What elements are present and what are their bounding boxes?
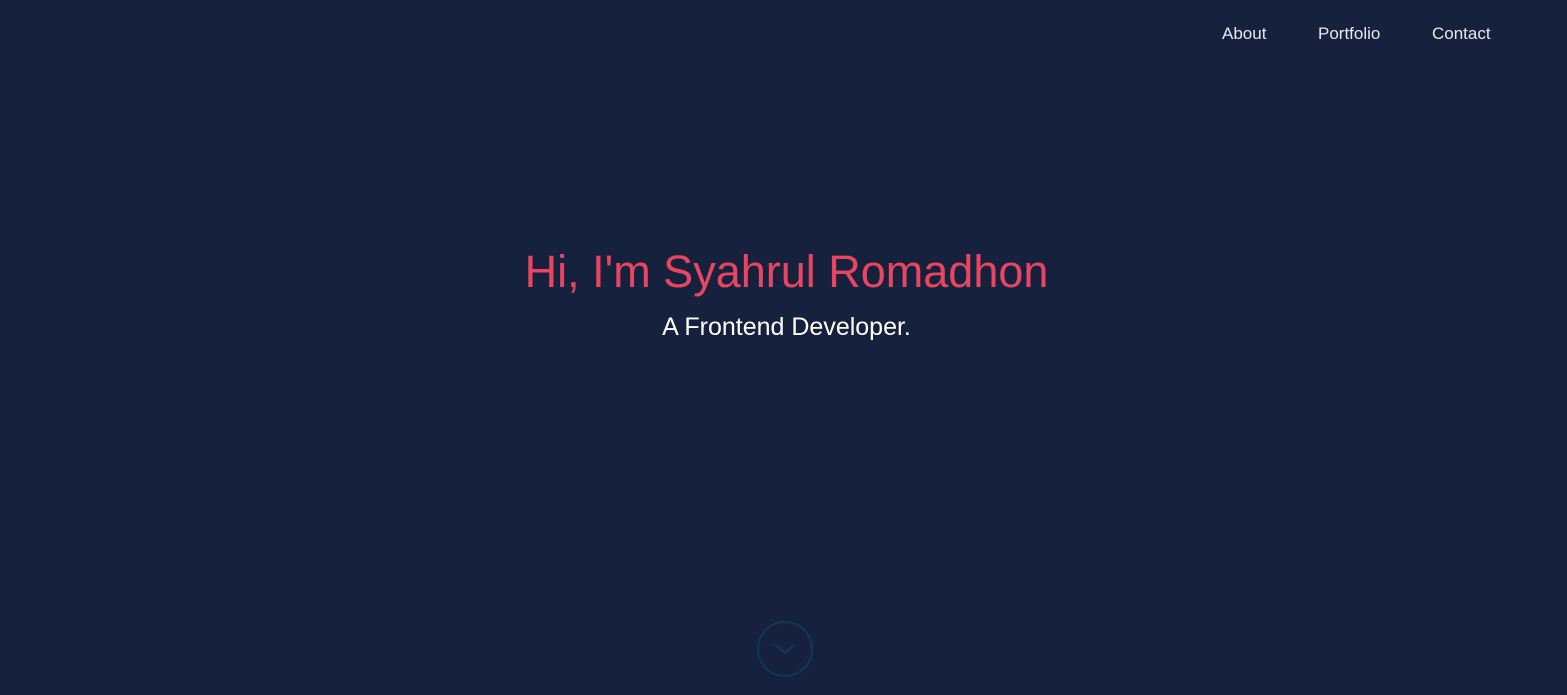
scroll-down-button[interactable] (757, 621, 813, 677)
nav-portfolio-link[interactable]: Portfolio (1318, 24, 1380, 44)
chevron-down-icon (774, 643, 796, 655)
nav-about-link[interactable]: About (1222, 24, 1266, 44)
hero-title: Hi, I'm Syahrul Romadhon (524, 246, 1049, 297)
nav-contact-link[interactable]: Contact (1432, 24, 1491, 44)
hero-subtitle: A Frontend Developer. (662, 313, 911, 341)
